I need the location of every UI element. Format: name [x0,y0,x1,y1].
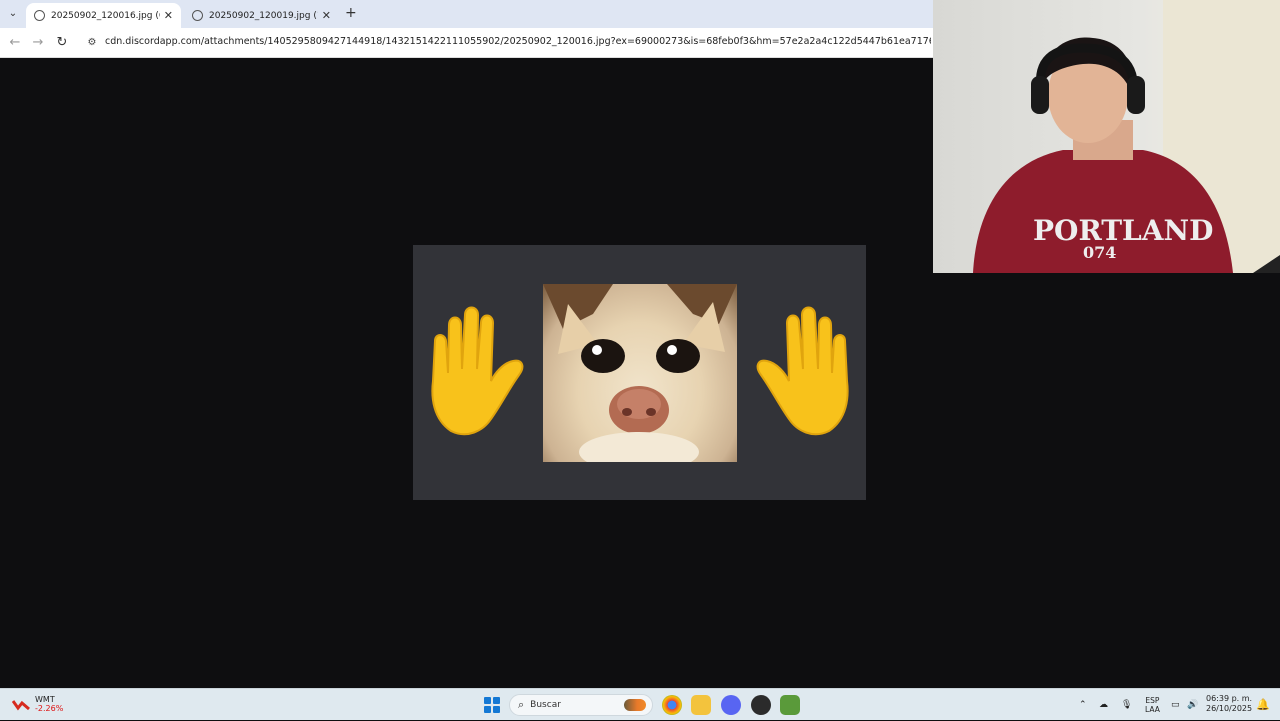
chrome-icon[interactable] [662,695,682,715]
address-bar[interactable]: cdn.discordapp.com/attachments/140529580… [105,36,931,47]
globe-icon [34,10,45,21]
close-tab-icon[interactable]: ✕ [322,9,331,22]
close-tab-icon[interactable]: ✕ [164,9,173,22]
stock-change: -2.26% [35,704,64,713]
clock-time: 06:39 p. m. [1206,694,1253,703]
microphone-icon[interactable]: 🎙 [1121,689,1132,721]
cat-photo [543,284,737,462]
network-icon[interactable]: ▭ [1171,689,1180,721]
keyboard-layout: LAA [1145,705,1160,714]
svg-text:PORTLAND: PORTLAND [1033,214,1213,247]
clock-date: 26/10/2025 [1206,704,1253,713]
windows-start-icon[interactable] [484,697,500,713]
reload-icon[interactable]: ↻ [53,34,71,52]
obs-icon[interactable] [751,695,771,715]
system-clock[interactable]: 06:39 p. m. 26/10/2025 [1206,694,1252,714]
language-indicator[interactable]: ESP LAA [1145,689,1160,721]
language-code: ESP [1145,696,1160,705]
minecraft-icon[interactable] [780,695,800,715]
raised-hand-emoji-right [756,306,849,436]
site-info-icon[interactable]: ⚙ [85,36,99,50]
stock-ticker: WMT [35,695,55,704]
volume-icon[interactable]: 🔊 [1187,689,1198,721]
webcam-overlay: PORTLAND 074 [933,0,1280,273]
cloud-icon[interactable]: ☁ [1099,689,1108,721]
svg-text:074: 074 [1083,243,1116,262]
search-highlight-icon [624,699,646,711]
tab-title: 20250902_120019.jpg (1161×7( [209,10,318,21]
tab-search-button[interactable]: ⌄ [4,6,22,22]
taskbar: WMT -2.26% ⌕ Buscar ⌃ ☁ 🎙 ESP LAA ▭ 🔊 06… [0,688,1280,720]
tab-bar: ⌄ 20250902_120016.jpg (680×38 ✕ 20250902… [0,0,934,28]
file-explorer-icon[interactable] [691,695,711,715]
notification-icon[interactable]: 🔔 [1256,698,1270,711]
discord-icon[interactable] [721,695,741,715]
tab-image-2[interactable]: 20250902_120019.jpg (1161×7( ✕ [184,3,339,28]
back-icon[interactable]: ← [6,34,24,52]
tab-image-1[interactable]: 20250902_120016.jpg (680×38 ✕ [26,3,181,28]
raised-hand-emoji-left [431,306,524,436]
tray-overflow-icon[interactable]: ⌃ [1079,689,1087,721]
tab-title: 20250902_120016.jpg (680×38 [51,10,160,21]
new-tab-button[interactable]: + [345,5,357,21]
stock-widget[interactable]: WMT -2.26% [12,695,63,713]
forward-icon[interactable]: → [29,34,47,52]
stock-chart-icon [12,700,30,711]
search-icon: ⌕ [518,698,525,711]
displayed-image[interactable] [413,245,866,500]
globe-icon [192,10,203,21]
search-placeholder: Buscar [530,700,561,710]
taskbar-search[interactable]: ⌕ Buscar [509,694,653,716]
browser-toolbar: ← → ↻ ⚙ cdn.discordapp.com/attachments/1… [0,28,934,58]
